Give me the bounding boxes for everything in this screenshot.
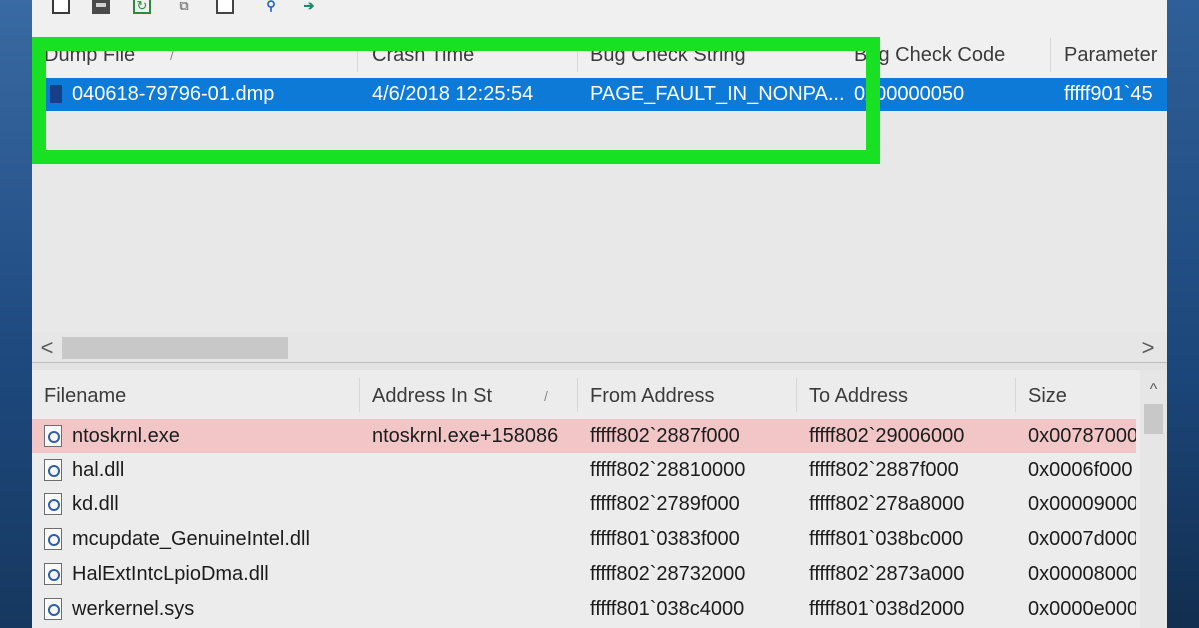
module-filename: mcupdate_GenuineIntel.dll	[72, 528, 310, 550]
column-header-crash-time[interactable]: Crash Time	[372, 32, 572, 78]
scrollbar-thumb[interactable]	[62, 337, 288, 359]
modules-pane: Filename Address In St / From Address To…	[32, 370, 1167, 628]
module-to-address: fffff802`278a8000	[809, 493, 965, 515]
module-to-address: fffff802`2887f000	[809, 459, 959, 481]
module-to-address: fffff801`038d2000	[809, 598, 965, 620]
bug-check-code-value: 0x00000050	[854, 83, 965, 105]
module-from-address: fffff802`2887f000	[590, 425, 740, 447]
modules-list-header: Filename Address In St / From Address To…	[32, 370, 1167, 418]
module-size: 0x00009000	[1028, 493, 1136, 515]
module-to-address: fffff801`038bc000	[809, 528, 964, 550]
scroll-right-icon[interactable]: >	[1137, 332, 1159, 364]
dump-file-row-selected[interactable]: 040618-79796-01.dmp 4/6/2018 12:25:54 PA…	[32, 78, 1167, 111]
module-address-in-stack	[372, 487, 577, 521]
module-from-address: fffff802`2789f000	[590, 493, 740, 515]
save-icon[interactable]	[92, 0, 110, 14]
module-address-in-stack	[372, 453, 577, 487]
module-from-address: fffff801`0383f000	[590, 528, 740, 550]
module-from-address: fffff802`28810000	[590, 459, 746, 481]
dump-list-empty-area	[32, 111, 1167, 331]
dump-files-pane: Dump File / Crash Time Bug Check String …	[32, 32, 1167, 370]
copy-icon[interactable]: ⧉	[175, 0, 193, 14]
scrollbar-thumb[interactable]	[1144, 404, 1163, 434]
dump-file-name: 040618-79796-01.dmp	[72, 83, 275, 105]
exit-icon[interactable]: ➔	[300, 0, 318, 14]
module-filename: hal.dll	[72, 459, 125, 481]
vertical-scrollbar[interactable]: ^	[1140, 370, 1167, 628]
column-divider[interactable]	[1015, 378, 1016, 412]
column-header-to-address[interactable]: To Address	[809, 370, 1009, 418]
module-address-in-stack: ntoskrnl.exe+158086	[372, 425, 559, 447]
file-icon	[44, 459, 62, 481]
desktop-background-right	[1167, 0, 1199, 628]
dump-list-header: Dump File / Crash Time Bug Check String …	[32, 32, 1167, 78]
module-size: 0x00787000	[1028, 425, 1136, 447]
column-header-from-address[interactable]: From Address	[590, 370, 790, 418]
column-divider[interactable]	[359, 378, 360, 412]
bug-check-string-value: PAGE_FAULT_IN_NONPA...	[590, 83, 845, 105]
module-size: 0x00008000	[1028, 563, 1136, 585]
column-divider[interactable]	[357, 38, 358, 72]
module-to-address: fffff802`2873a000	[809, 563, 965, 585]
module-address-in-stack	[372, 592, 577, 626]
module-filename: werkernel.sys	[72, 598, 195, 620]
column-divider[interactable]	[796, 378, 797, 412]
module-row[interactable]: hal.dll fffff802`28810000 fffff802`2887f…	[32, 453, 1136, 487]
find-icon[interactable]: ⚲	[262, 0, 280, 14]
module-from-address: fffff801`038c4000	[590, 598, 745, 620]
desktop-background-left	[0, 0, 32, 628]
column-header-bug-check-code[interactable]: Bug Check Code	[854, 32, 1034, 78]
sort-indicator-icon: /	[170, 47, 174, 63]
toolbar: ↻ ⧉ ⚲ ➔	[32, 0, 1167, 24]
dump-file-icon	[50, 85, 62, 103]
properties-icon[interactable]	[216, 0, 234, 14]
sort-indicator-icon: /	[544, 388, 548, 404]
module-from-address: fffff802`28732000	[590, 563, 746, 585]
column-header-filename[interactable]: Filename	[44, 370, 344, 418]
module-row[interactable]: kd.dll fffff802`2789f000 fffff802`278a80…	[32, 487, 1136, 521]
parameter-value: fffff901`45	[1064, 83, 1153, 105]
module-row[interactable]: ntoskrnl.exe ntoskrnl.exe+158086 fffff80…	[32, 419, 1136, 453]
column-header-address-in-stack[interactable]: Address In St	[372, 370, 532, 418]
module-to-address: fffff802`29006000	[809, 425, 965, 447]
module-size: 0x0006f000	[1028, 459, 1133, 481]
module-address-in-stack	[372, 557, 577, 591]
column-divider[interactable]	[1050, 38, 1051, 72]
scroll-left-icon[interactable]: <	[36, 332, 58, 364]
module-row[interactable]: mcupdate_GenuineIntel.dll fffff801`0383f…	[32, 522, 1136, 556]
scroll-up-icon[interactable]: ^	[1140, 378, 1167, 402]
module-row[interactable]: HalExtIntcLpioDma.dll fffff802`28732000 …	[32, 557, 1136, 591]
module-size: 0x0000e000	[1028, 598, 1136, 620]
file-icon	[44, 493, 62, 515]
column-divider[interactable]	[577, 378, 578, 412]
module-filename: HalExtIntcLpioDma.dll	[72, 563, 269, 585]
file-icon	[44, 563, 62, 585]
module-filename: ntoskrnl.exe	[72, 425, 180, 447]
module-row[interactable]: werkernel.sys fffff801`038c4000 fffff801…	[32, 592, 1136, 626]
module-size: 0x0007d000	[1028, 528, 1136, 550]
column-header-dump-file[interactable]: Dump File	[44, 32, 224, 78]
file-icon	[44, 425, 62, 447]
module-address-in-stack	[372, 522, 577, 556]
open-icon[interactable]	[52, 0, 70, 14]
column-header-bug-check-string[interactable]: Bug Check String	[590, 32, 850, 78]
column-header-size[interactable]: Size	[1028, 370, 1128, 418]
refresh-icon[interactable]: ↻	[133, 0, 151, 14]
column-header-parameter[interactable]: Parameter	[1064, 32, 1167, 78]
column-divider[interactable]	[577, 38, 578, 72]
file-icon	[44, 598, 62, 620]
bluescreenview-window: ↻ ⧉ ⚲ ➔ Dump File / Crash Time Bug Check…	[32, 0, 1167, 628]
crash-time-value: 4/6/2018 12:25:54	[372, 83, 534, 105]
file-icon	[44, 528, 62, 550]
module-filename: kd.dll	[72, 493, 119, 515]
horizontal-scrollbar[interactable]: < >	[32, 332, 1167, 364]
